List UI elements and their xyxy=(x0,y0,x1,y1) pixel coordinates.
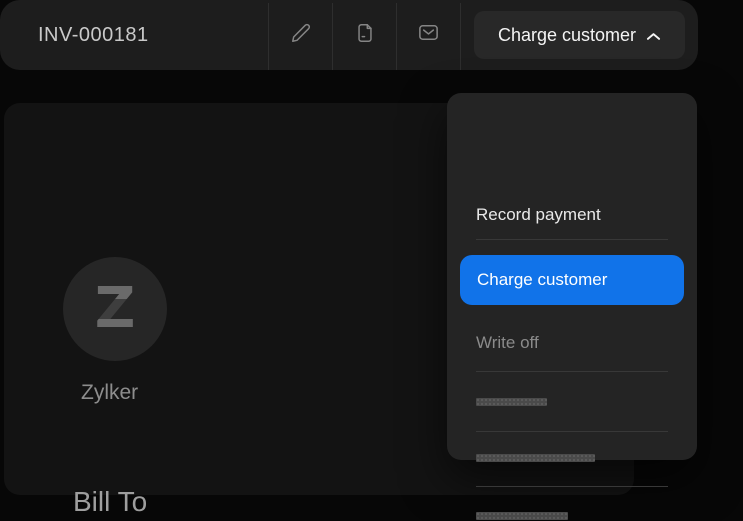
invoice-number: INV-000181 xyxy=(38,23,149,46)
invoice-page: INV-000181 Charge customer Z Zylker Bill… xyxy=(0,0,743,521)
email-button[interactable] xyxy=(397,0,460,70)
menu-divider xyxy=(476,371,668,372)
charge-button-cell: Charge customer xyxy=(461,0,698,70)
company-name: Zylker xyxy=(81,381,139,404)
menu-divider xyxy=(476,431,668,432)
chevron-up-icon xyxy=(646,25,661,46)
edit-pencil-icon xyxy=(290,22,312,49)
bill-to-label: Bill To xyxy=(73,486,148,517)
company-logo-letter: Z xyxy=(63,257,167,361)
menu-item-placeholder[interactable] xyxy=(476,398,547,406)
menu-item-placeholder[interactable] xyxy=(476,512,568,520)
email-envelope-icon xyxy=(417,21,440,49)
charge-dropdown-menu: Record payment Charge customer Write off xyxy=(447,93,697,520)
document-button[interactable] xyxy=(333,0,396,70)
menu-item-placeholder[interactable] xyxy=(476,454,595,462)
company-avatar: Z xyxy=(63,257,167,361)
menu-item-write-off[interactable]: Write off xyxy=(476,333,539,353)
menu-divider xyxy=(476,239,668,240)
menu-item-record-payment[interactable]: Record payment xyxy=(476,205,601,225)
charge-customer-button[interactable]: Charge customer xyxy=(474,11,685,59)
invoice-toolbar: INV-000181 Charge customer xyxy=(0,0,698,70)
menu-item-charge-customer[interactable]: Charge customer xyxy=(460,255,684,305)
document-icon xyxy=(354,22,376,49)
charge-button-label: Charge customer xyxy=(497,24,637,45)
edit-invoice-button[interactable] xyxy=(269,0,332,70)
menu-divider xyxy=(476,486,668,487)
